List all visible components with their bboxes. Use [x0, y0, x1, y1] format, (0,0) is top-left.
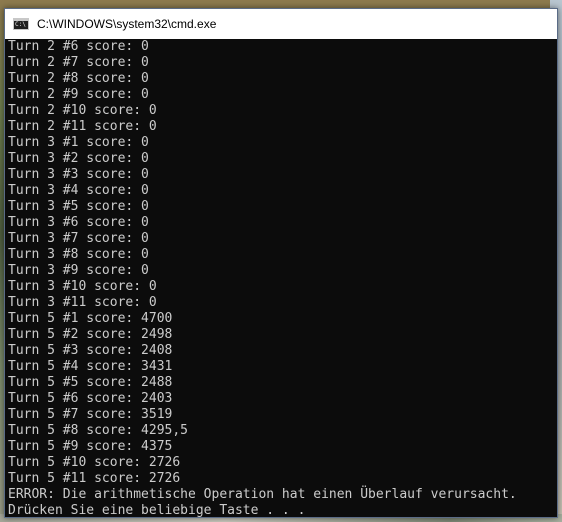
console-line: Turn 5 #8 score: 4295,5	[8, 423, 189, 438]
console-line: Turn 3 #6 score: 0	[8, 215, 149, 230]
console-line: Turn 2 #6 score: 0	[8, 39, 149, 54]
console-line: Turn 2 #9 score: 0	[8, 87, 149, 102]
press-any-key-prompt: Drücken Sie eine beliebige Taste . . .	[8, 503, 306, 517]
console-line: Turn 3 #10 score: 0	[8, 279, 157, 294]
console-line: Turn 2 #11 score: 0	[8, 119, 157, 134]
cmd-window[interactable]: C:\WINDOWS\system32\cmd.exe Turn 2 #6 sc…	[4, 8, 558, 518]
console-line: Turn 3 #5 score: 0	[8, 199, 149, 214]
console-line: Turn 3 #3 score: 0	[8, 167, 149, 182]
console-line: Turn 3 #9 score: 0	[8, 263, 149, 278]
console-line: Turn 2 #7 score: 0	[8, 55, 149, 70]
console-line: Turn 5 #11 score: 2726	[8, 471, 181, 486]
console-line: Turn 5 #1 score: 4700	[8, 311, 173, 326]
console-line: Turn 3 #4 score: 0	[8, 183, 149, 198]
console-line: Turn 3 #11 score: 0	[8, 295, 157, 310]
console-line: Turn 2 #10 score: 0	[8, 103, 157, 118]
console-line: Turn 3 #8 score: 0	[8, 247, 149, 262]
window-titlebar[interactable]: C:\WINDOWS\system32\cmd.exe	[5, 9, 557, 39]
console-line: Turn 3 #7 score: 0	[8, 231, 149, 246]
cmd-icon	[13, 18, 29, 30]
console-line: Turn 5 #5 score: 2488	[8, 375, 173, 390]
console-line: Turn 5 #9 score: 4375	[8, 439, 173, 454]
console-line: Turn 5 #6 score: 2403	[8, 391, 173, 406]
console-line: Turn 2 #8 score: 0	[8, 71, 149, 86]
console-line: Turn 5 #4 score: 3431	[8, 359, 173, 374]
window-title: C:\WINDOWS\system32\cmd.exe	[37, 17, 217, 31]
console-line: Turn 5 #3 score: 2408	[8, 343, 173, 358]
console-line: Turn 5 #10 score: 2726	[8, 455, 181, 470]
console-output[interactable]: Turn 2 #6 score: 0 Turn 2 #7 score: 0 Turn…	[8, 39, 557, 517]
error-message: ERROR: Die arithmetische Operation hat e…	[8, 487, 517, 502]
console-line: Turn 5 #7 score: 3519	[8, 407, 173, 422]
console-line: Turn 3 #1 score: 0	[8, 135, 149, 150]
console-line: Turn 5 #2 score: 2498	[8, 327, 173, 342]
console-line: Turn 3 #2 score: 0	[8, 151, 149, 166]
